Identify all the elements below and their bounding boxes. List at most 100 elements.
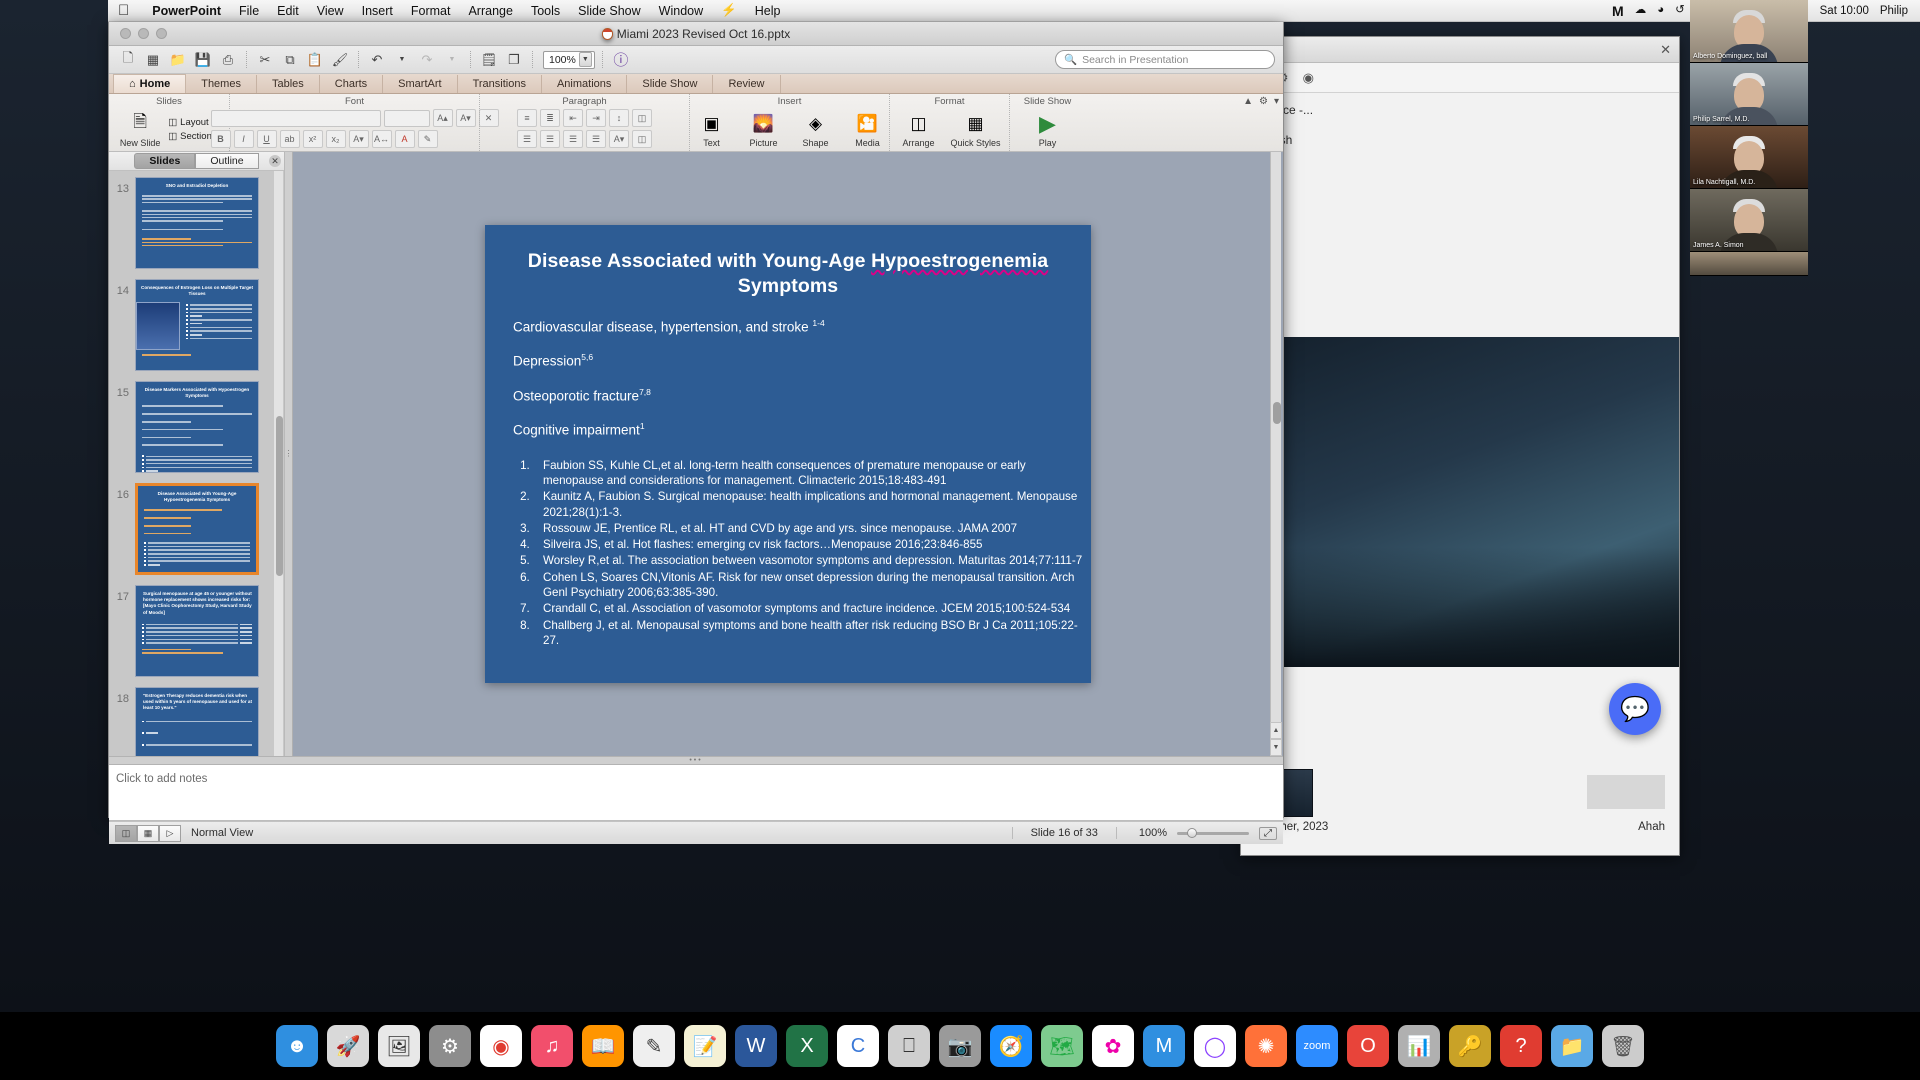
arrange-button[interactable]: ◫ Arrange — [895, 111, 943, 148]
launchpad-icon[interactable]: 🚀 — [327, 1025, 369, 1067]
undo-dropdown-icon[interactable]: ▼ — [391, 49, 413, 70]
insert-text-button[interactable]: ▣ Text — [688, 111, 736, 148]
activity-icon[interactable]: 📊 — [1398, 1025, 1440, 1067]
zoom-slider-track[interactable] — [1177, 827, 1249, 838]
underline-icon[interactable]: U — [256, 130, 277, 148]
strikethrough-icon[interactable]: ab — [279, 130, 300, 148]
mail-icon[interactable]: M — [1143, 1025, 1185, 1067]
slide-bullet-2[interactable]: Depression5,6 — [513, 352, 1083, 369]
participant-tile[interactable]: Alberto Dominguez, ball — [1690, 0, 1808, 63]
slide-bullet-3[interactable]: Osteoporotic fracture7,8 — [513, 387, 1083, 404]
bullet-list-icon[interactable]: ≡ — [517, 109, 537, 127]
tab-home[interactable]: ⌂ Home — [113, 74, 187, 93]
word-icon[interactable]: W — [735, 1025, 777, 1067]
finder-icon[interactable]: ☻ — [276, 1025, 318, 1067]
search-input[interactable]: 🔍 Search in Presentation — [1055, 50, 1275, 69]
canvas-scrollbar-track[interactable] — [1270, 152, 1281, 756]
time-machine-icon[interactable]: ↺ — [1675, 4, 1685, 17]
menu-slide-show[interactable]: Slide Show — [569, 4, 650, 18]
increase-font-icon[interactable]: A▴ — [432, 109, 453, 127]
canvas-scroll-buttons[interactable]: ▲ ▼ — [1270, 722, 1282, 756]
scroll-up-icon[interactable]: ▲ — [1270, 722, 1282, 739]
menu-file[interactable]: File — [230, 4, 268, 18]
canvas-scrollbar-thumb[interactable] — [1273, 402, 1281, 424]
menu-tools[interactable]: Tools — [522, 4, 569, 18]
participant-tile-partial[interactable] — [1690, 252, 1808, 276]
participant-tile[interactable]: Philip Sarrel, M.D. — [1690, 63, 1808, 126]
play-button[interactable]: ▶ Play — [1024, 111, 1072, 148]
decrease-font-icon[interactable]: A▾ — [455, 109, 476, 127]
excel-icon[interactable]: X — [786, 1025, 828, 1067]
tab-charts[interactable]: Charts — [320, 75, 384, 93]
insert-media-button[interactable]: 🎦 Media — [844, 111, 892, 148]
quick-styles-button[interactable]: ▦ Quick Styles — [947, 111, 1005, 148]
copy-icon[interactable]: ⧉ — [279, 49, 301, 70]
arrange-icon[interactable]: ❐ — [503, 49, 525, 70]
subscript-icon[interactable]: x₂ — [325, 130, 346, 148]
close-icon[interactable]: ✕ — [1660, 42, 1671, 58]
ribbon-settings-icon[interactable]: ⚙ — [1259, 96, 1268, 107]
menu-insert[interactable]: Insert — [353, 4, 402, 18]
podcast-icon[interactable]: ◯ — [1194, 1025, 1236, 1067]
maps-icon[interactable]: 🗺 — [1041, 1025, 1083, 1067]
tab-outline[interactable]: Outline — [195, 153, 259, 169]
bold-icon[interactable]: B — [210, 130, 231, 148]
close-icon[interactable]: ✕ — [269, 155, 281, 167]
insert-picture-button[interactable]: 🌄 Picture — [740, 111, 788, 148]
zoom-slider-knob[interactable] — [1187, 827, 1197, 838]
slide-thumbnail[interactable]: "Estrogen Therapy reduces dementia risk … — [135, 687, 259, 756]
numbered-list-icon[interactable]: ≣ — [540, 109, 560, 127]
justify-icon[interactable]: ☰ — [586, 130, 606, 148]
insert-shape-button[interactable]: ◈ Shape — [792, 111, 840, 148]
print-icon[interactable]: ⎙ — [217, 49, 239, 70]
lightning-icon[interactable]: ⚡ — [712, 3, 746, 18]
menu-edit[interactable]: Edit — [268, 4, 308, 18]
sidebar-scrollbar-thumb[interactable] — [276, 416, 283, 576]
slide-title[interactable]: Disease Associated with Young-Age Hypoes… — [513, 249, 1063, 300]
slide-sorter-icon[interactable]: ▦ — [137, 824, 159, 842]
participant-tile[interactable]: James A. Simon — [1690, 189, 1808, 252]
slide-bullet-4[interactable]: Cognitive impairment1 — [513, 421, 1083, 438]
scroll-down-icon[interactable]: ▼ — [1270, 739, 1282, 756]
sidebar-splitter[interactable]: ⋮ — [285, 152, 293, 756]
menu-view[interactable]: View — [308, 4, 353, 18]
slide-canvas-area[interactable]: Disease Associated with Young-Age Hypoes… — [293, 152, 1283, 756]
ribbon-chevron-icon[interactable]: ▾ — [1274, 96, 1279, 107]
tab-slides[interactable]: Slides — [134, 153, 196, 169]
notes-app-icon[interactable]: 📝 — [684, 1025, 726, 1067]
menu-help[interactable]: Help — [746, 4, 790, 18]
tab-slide-show[interactable]: Slide Show — [627, 75, 714, 93]
sync-icon[interactable]: ☁ — [1635, 4, 1647, 17]
list-item[interactable]: 13 SNO and Estradiol Depletion — [109, 177, 284, 269]
open-folder-icon[interactable]: 📁 — [167, 49, 189, 70]
slide-bullet-1[interactable]: Cardiovascular disease, hypertension, an… — [513, 318, 1083, 335]
trash-icon[interactable]: 🗑 — [1602, 1025, 1644, 1067]
list-item[interactable]: 14 Consequences of Estrogen Loss on Mult… — [109, 279, 284, 371]
font-family-select[interactable] — [210, 109, 381, 127]
folder-icon[interactable]: 📁 — [1551, 1025, 1593, 1067]
font-size-select[interactable] — [383, 109, 430, 127]
superscript-icon[interactable]: x² — [302, 130, 323, 148]
chat-bubble-icon[interactable]: 💬 — [1609, 683, 1661, 735]
cut-icon[interactable]: ✂ — [254, 49, 276, 70]
menu-window[interactable]: Window — [650, 4, 712, 18]
slide-thumbnail-list[interactable]: 13 SNO and Estradiol Depletion 14 Conseq… — [109, 171, 284, 756]
tab-tables[interactable]: Tables — [257, 75, 320, 93]
align-text-icon[interactable]: ◫ — [632, 130, 652, 148]
photos-icon[interactable]: ✿ — [1092, 1025, 1134, 1067]
safari-icon[interactable]: 🧭 — [990, 1025, 1032, 1067]
redo-icon[interactable]: ↷ — [416, 49, 438, 70]
zoom-icon[interactable]: zoom — [1296, 1025, 1338, 1067]
menu-format[interactable]: Format — [402, 4, 460, 18]
list-item[interactable]: 15 Disease Markers Associated with Hypoe… — [109, 381, 284, 473]
wifi-icon[interactable]: ◕ — [1657, 4, 1664, 17]
apple-icon[interactable]:  — [118, 3, 129, 18]
camera-icon[interactable]: 📷 — [939, 1025, 981, 1067]
undo-icon[interactable]: ↶ — [366, 49, 388, 70]
fit-to-window-icon[interactable]: ⤢ — [1259, 826, 1277, 840]
decrease-indent-icon[interactable]: ⇤ — [563, 109, 583, 127]
reference-list[interactable]: Faubion SS, Kuhle CL,et al. long-term he… — [533, 458, 1083, 649]
tab-animations[interactable]: Animations — [542, 75, 628, 93]
slide-thumbnail[interactable]: SNO and Estradiol Depletion — [135, 177, 259, 269]
increase-indent-icon[interactable]: ⇥ — [586, 109, 606, 127]
